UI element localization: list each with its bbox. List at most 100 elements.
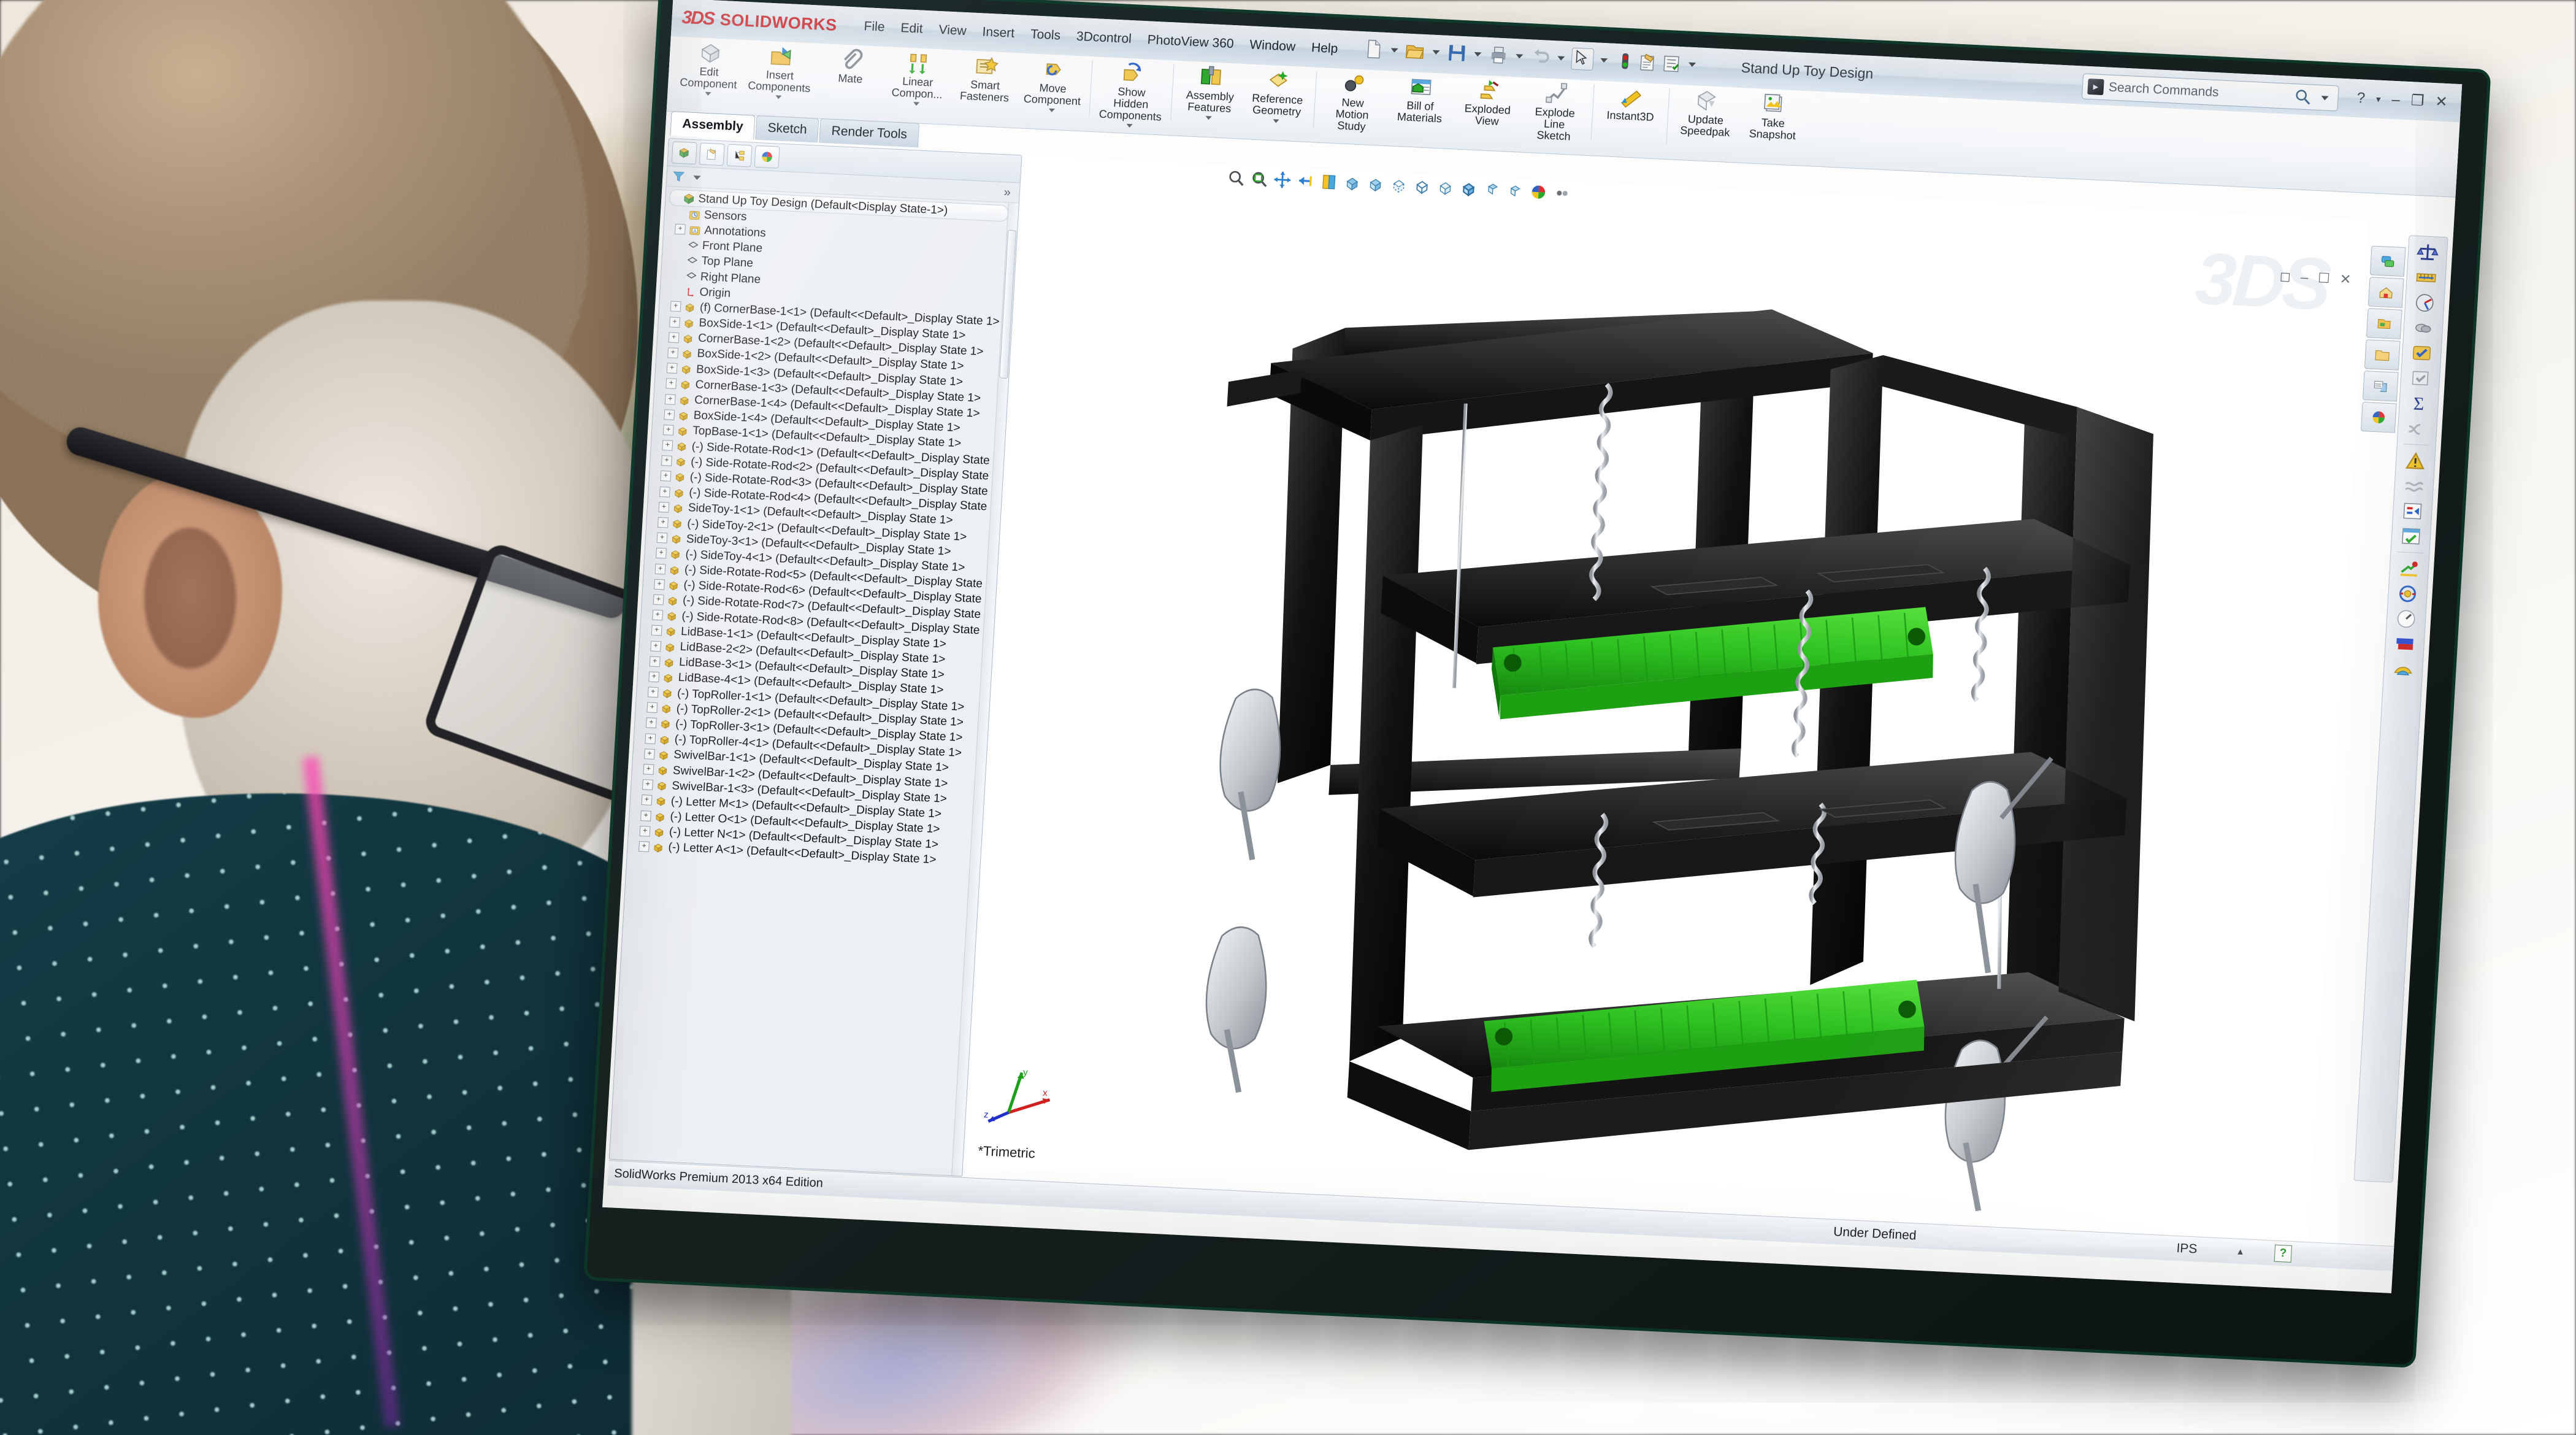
performance-evaluation-icon[interactable]	[2395, 582, 2421, 606]
deviation-analysis-icon[interactable]	[2401, 474, 2427, 498]
sum-equations-icon[interactable]: Σ	[2406, 391, 2432, 415]
expand-plus-icon[interactable]: +	[642, 779, 653, 791]
expand-plus-icon[interactable]: +	[658, 501, 670, 513]
measure-icon[interactable]	[2413, 266, 2439, 290]
hide-show-items-icon[interactable]	[1481, 180, 1503, 201]
appearances-scenes-tab[interactable]	[2362, 371, 2399, 402]
chevron-down-icon[interactable]	[1688, 62, 1696, 67]
expand-plus-icon[interactable]: +	[660, 471, 672, 482]
expand-plus-icon[interactable]: +	[649, 656, 661, 667]
display-style-wireframe-icon[interactable]	[1411, 176, 1433, 197]
chevron-down-icon[interactable]	[1273, 119, 1279, 123]
apply-scene-icon[interactable]	[1527, 182, 1549, 202]
window-controls[interactable]: ? ▾ – ❐ ✕	[2356, 89, 2448, 111]
ribbon-button-mate[interactable]: Mate	[816, 44, 886, 89]
expand-plus-icon[interactable]: +	[669, 317, 681, 328]
hole-alignment-icon[interactable]	[2407, 367, 2433, 390]
chevron-down-icon[interactable]	[2321, 95, 2329, 101]
ribbon-button-linear-compon[interactable]: Linear Compon...	[883, 47, 954, 110]
import-diagnostics-icon[interactable]	[2398, 525, 2424, 548]
task-pane-tabs[interactable]	[2360, 245, 2406, 433]
chevron-down-icon[interactable]	[693, 175, 701, 180]
ribbon-button-edit-component[interactable]: Edit Component	[673, 36, 745, 99]
assembly-3d-model[interactable]	[964, 155, 2368, 1241]
view-settings-icon[interactable]	[1551, 183, 1573, 204]
compare-documents-icon[interactable]	[2399, 499, 2425, 523]
display-style-hlr-icon[interactable]	[1435, 177, 1457, 198]
curvature-icon[interactable]	[2404, 417, 2430, 440]
design-library-tab[interactable]	[2367, 277, 2404, 308]
expand-plus-icon[interactable]: +	[662, 440, 673, 451]
zoom-to-fit-icon[interactable]	[1225, 167, 1247, 188]
rebuild-traffic-light-icon[interactable]	[1614, 50, 1636, 72]
expand-plus-icon[interactable]: +	[674, 224, 686, 235]
chevron-down-icon[interactable]	[704, 91, 711, 96]
new-document-icon[interactable]	[1363, 38, 1385, 60]
expand-plus-icon[interactable]: +	[657, 517, 669, 528]
help-button[interactable]: ?	[2356, 90, 2366, 107]
menu-item-photoview360[interactable]: PhotoView 360	[1147, 33, 1234, 52]
appearance-icon[interactable]	[2392, 633, 2418, 656]
menu-item-help[interactable]: Help	[1311, 40, 1338, 56]
menu-item-3dcontrol[interactable]: 3Dcontrol	[1076, 29, 1132, 47]
expand-plus-icon[interactable]: +	[662, 425, 674, 436]
ribbon-button-smart-fasteners[interactable]: Smart Fasteners	[950, 50, 1021, 107]
magnifier-icon[interactable]	[2293, 87, 2313, 106]
tab-sketch[interactable]: Sketch	[755, 115, 819, 143]
search-input[interactable]: Search Commands	[2108, 80, 2289, 104]
ribbon-button-bill-of-materials[interactable]: Bill of Materials	[1386, 71, 1456, 128]
expand-plus-icon[interactable]: +	[666, 363, 678, 374]
expand-plus-icon[interactable]: +	[647, 687, 659, 698]
ribbon-button-explode-line-sketch[interactable]: Explode Line Sketch	[1519, 77, 1590, 146]
ribbon-button-reference-geometry[interactable]: Reference Geometry	[1242, 64, 1313, 127]
options-icon[interactable]	[1660, 53, 1682, 75]
menu-item-edit[interactable]: Edit	[900, 21, 923, 37]
expand-plus-icon[interactable]: +	[646, 702, 658, 714]
menu-item-tools[interactable]: Tools	[1030, 27, 1060, 43]
tab-render-tools[interactable]: Render Tools	[819, 118, 920, 148]
double-chevron-right-icon[interactable]: »	[1003, 185, 1011, 199]
check-warning-icon[interactable]	[2402, 449, 2428, 472]
expand-plus-icon[interactable]: +	[645, 733, 656, 744]
feature-manager-tree-tab[interactable]	[671, 141, 697, 165]
display-style-shaded-edges-icon[interactable]	[1458, 179, 1480, 199]
expand-plus-icon[interactable]: +	[665, 378, 677, 390]
graphics-viewport[interactable]: 3DS ◻ – ☐ ✕ x y z *Trimetric	[964, 155, 2369, 1242]
configuration-manager-tab[interactable]	[726, 144, 753, 167]
expand-plus-icon[interactable]: +	[654, 563, 666, 575]
chevron-down-icon[interactable]	[1390, 47, 1398, 53]
ribbon-button-take-snapshot[interactable]: Take Snapshot	[1738, 88, 1809, 145]
expand-plus-icon[interactable]: +	[667, 347, 679, 359]
display-manager-tab[interactable]	[754, 145, 780, 169]
zoom-to-area-icon[interactable]	[1248, 168, 1270, 189]
feature-tree[interactable]: Stand Up Toy Design (Default<Display Sta…	[609, 186, 1009, 1176]
expand-plus-icon[interactable]: +	[670, 301, 681, 312]
file-explorer-tab[interactable]	[2366, 308, 2402, 339]
clearance-verification-icon[interactable]	[2409, 342, 2434, 365]
ribbon-button-move-component[interactable]: Move Component	[1018, 53, 1089, 116]
ribbon-button-show-hidden-components[interactable]: Show Hidden Components	[1092, 56, 1170, 132]
view-orientation-icon[interactable]	[1341, 173, 1363, 194]
open-document-icon[interactable]	[1405, 40, 1427, 62]
edit-appearance-icon[interactable]	[1505, 181, 1527, 202]
expand-plus-icon[interactable]: +	[650, 641, 662, 652]
ribbon-button-update-speedpak[interactable]: Update Speedpak	[1671, 85, 1741, 142]
interference-detection-icon[interactable]	[2410, 317, 2436, 340]
minimize-button[interactable]: –	[2391, 91, 2401, 109]
expand-plus-icon[interactable]: +	[643, 748, 655, 760]
solidworks-resources-tab[interactable]	[2369, 245, 2406, 277]
previous-view-icon[interactable]	[1295, 171, 1317, 191]
expand-plus-icon[interactable]: +	[652, 609, 664, 621]
chevron-down-icon[interactable]	[1126, 124, 1133, 128]
chevron-down-icon[interactable]	[775, 95, 782, 99]
tab-assembly[interactable]: Assembly	[670, 111, 756, 140]
units-caret-icon[interactable]: ▴	[2237, 1245, 2244, 1258]
section-properties-icon[interactable]	[2412, 291, 2437, 315]
ribbon-button-insert-components[interactable]: Insert Components	[742, 40, 819, 104]
undo-icon[interactable]	[1529, 46, 1551, 68]
section-view-icon[interactable]	[1318, 172, 1340, 193]
expand-plus-icon[interactable]: +	[640, 810, 652, 821]
expand-plus-icon[interactable]: +	[653, 594, 664, 606]
assembly-visualization-icon[interactable]	[2393, 607, 2419, 631]
expand-plus-icon[interactable]: +	[664, 409, 675, 420]
